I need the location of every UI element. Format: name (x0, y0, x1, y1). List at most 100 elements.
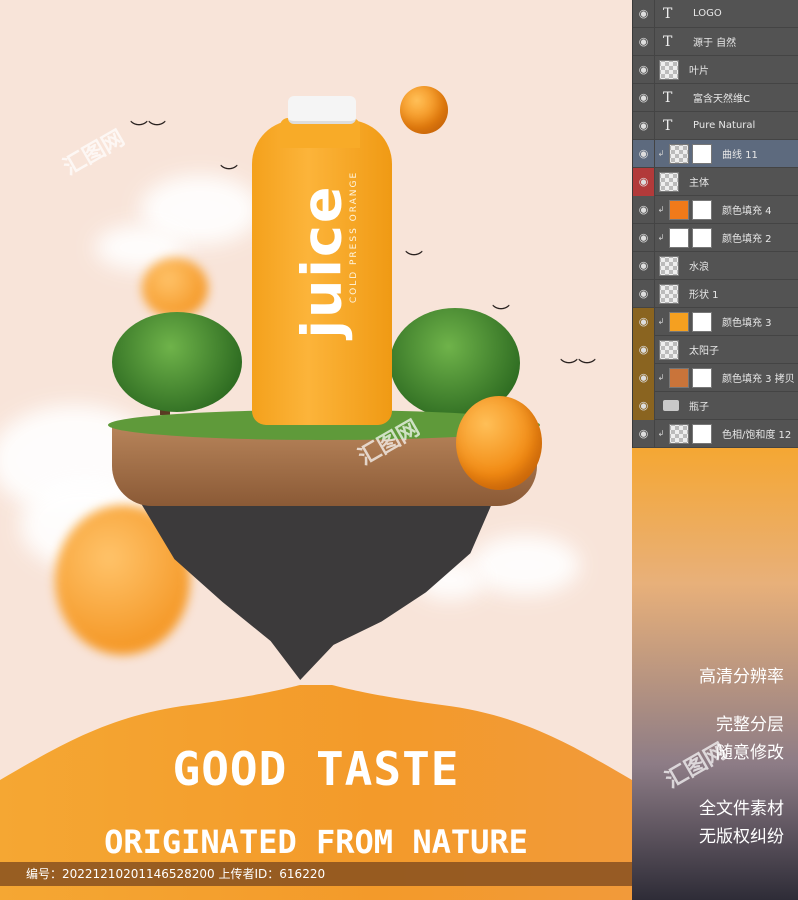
layer-thumbnail (659, 339, 679, 360)
layer-name: 叶片 (689, 66, 709, 77)
layer-name: 源于 自然 (693, 38, 737, 49)
visibility-eye-icon[interactable]: ◉ (633, 419, 655, 448)
layer-thumbnail (669, 143, 689, 164)
orange-blurred (142, 258, 208, 318)
image-meta: 编号：20221210201146528200 上传者ID：616220 (0, 862, 632, 886)
visibility-eye-icon[interactable]: ◉ (633, 251, 655, 280)
layer-row[interactable]: ◉ 形状 1 (633, 279, 798, 308)
clip-icon: ↲ (657, 149, 665, 158)
clip-icon: ↲ (657, 205, 665, 214)
layer-row[interactable]: ◉ T 富含天然维C (633, 83, 798, 112)
visibility-eye-icon[interactable]: ◉ (633, 195, 655, 224)
orange-floating (400, 86, 448, 134)
clip-icon: ↲ (657, 233, 665, 242)
layer-row[interactable]: ◉ ↲ 曲线 11 (633, 139, 798, 168)
layer-name: 颜色填充 4 (722, 206, 772, 217)
layer-name: 曲线 11 (722, 150, 758, 161)
layer-mask (692, 423, 712, 444)
visibility-eye-icon[interactable]: ◉ (633, 27, 655, 56)
layer-name: 颜色填充 2 (722, 234, 772, 245)
bird-icon: ︶ (405, 250, 423, 271)
bottle-tagline: COLD PRESS ORANGE (349, 170, 359, 304)
layer-name: 颜色填充 3 (722, 318, 772, 329)
layer-mask (692, 143, 712, 164)
type-layer-icon: T (663, 33, 673, 50)
type-layer-icon: T (663, 5, 673, 22)
visibility-eye-icon[interactable]: ◉ (633, 307, 655, 336)
type-layer-icon: T (663, 89, 673, 106)
layer-name: 瓶子 (689, 402, 709, 413)
layer-row[interactable]: ◉ 瓶子 (633, 391, 798, 420)
layer-name: LOGO (693, 8, 722, 19)
clip-icon: ↲ (657, 373, 665, 382)
feature-full-assets: 全文件素材 (699, 799, 784, 819)
layer-row[interactable]: ◉ ↲ 颜色填充 3 (633, 307, 798, 336)
visibility-eye-icon[interactable]: ◉ (633, 363, 655, 392)
bottle-brand: juice (290, 184, 354, 339)
layer-row[interactable]: ◉ T LOGO (633, 0, 798, 28)
layer-thumbnail (669, 199, 689, 220)
layer-name: 太阳子 (689, 346, 719, 357)
layer-row[interactable]: ◉ ↲ 色相/饱和度 12 (633, 419, 798, 448)
visibility-eye-icon[interactable]: ◉ (633, 0, 655, 28)
layer-thumbnail (659, 59, 679, 80)
feature-editable: 随意修改 (716, 743, 784, 763)
layer-name: 水浪 (689, 262, 709, 273)
visibility-eye-icon[interactable]: ◉ (633, 335, 655, 364)
feature-layered: 完整分层 (716, 715, 784, 735)
bird-icon: ︶︶ (560, 358, 596, 379)
layer-thumbnail (659, 283, 679, 304)
layer-mask (692, 227, 712, 248)
bottle-cap (288, 96, 356, 124)
visibility-eye-icon[interactable]: ◉ (633, 55, 655, 84)
layer-thumbnail (669, 423, 689, 444)
layer-mask (692, 311, 712, 332)
tree-left (112, 312, 242, 412)
orange-large (456, 396, 542, 490)
layer-thumbnail (669, 311, 689, 332)
layer-name: 形状 1 (689, 290, 719, 301)
layer-mask (692, 199, 712, 220)
type-layer-icon: T (663, 117, 673, 134)
clip-icon: ↲ (657, 317, 665, 326)
headline-originated: ORIGINATED FROM NATURE (104, 823, 528, 861)
layer-name: 富含天然维C (693, 94, 750, 105)
headline-good-taste: GOOD TASTE (172, 742, 460, 796)
feature-no-copyright: 无版权纠纷 (699, 827, 784, 847)
feature-hd: 高清分辨率 (699, 667, 784, 687)
bird-icon: ︶︶ (130, 120, 166, 141)
layer-thumbnail (669, 227, 689, 248)
layer-thumbnail (659, 255, 679, 276)
layer-name: 颜色填充 3 拷贝 (722, 374, 795, 385)
layer-thumbnail (659, 171, 679, 192)
layer-mask (692, 367, 712, 388)
layer-row[interactable]: ◉ ↲ 颜色填充 2 (633, 223, 798, 252)
layer-row[interactable]: ◉ ↲ 颜色填充 3 拷贝 (633, 363, 798, 392)
watermark: 汇图网 (59, 125, 130, 181)
visibility-eye-icon[interactable]: ◉ (633, 111, 655, 140)
layer-row[interactable]: ◉ T 源于 自然 (633, 27, 798, 56)
layer-row[interactable]: ◉ 主体 (633, 167, 798, 196)
visibility-eye-icon[interactable]: ◉ (633, 167, 655, 196)
layer-name: Pure Natural (693, 120, 756, 131)
layer-thumbnail (669, 367, 689, 388)
folder-icon (663, 400, 679, 411)
feature-sidebar: 高清分辨率 完整分层 随意修改 全文件素材 无版权纠纷 汇图网 (632, 448, 798, 900)
layer-row[interactable]: ◉ ↲ 颜色填充 4 (633, 195, 798, 224)
poster-canvas: ︶︶ ︶ ︶ ︶ ︶︶ juice COLD PRESS ORANGE 汇图网 … (0, 0, 632, 900)
visibility-eye-icon[interactable]: ◉ (633, 83, 655, 112)
visibility-eye-icon[interactable]: ◉ (633, 223, 655, 252)
layer-row[interactable]: ◉ 太阳子 (633, 335, 798, 364)
visibility-eye-icon[interactable]: ◉ (633, 139, 655, 168)
bird-icon: ︶ (220, 164, 238, 185)
layer-row[interactable]: ◉ 叶片 (633, 55, 798, 84)
layer-name: 色相/饱和度 12 (722, 430, 792, 441)
cloud (470, 535, 580, 595)
layer-row[interactable]: ◉ T Pure Natural (633, 111, 798, 140)
layer-name: 主体 (689, 178, 709, 189)
clip-icon: ↲ (657, 429, 665, 438)
layers-panel: ◉ T LOGO ◉ T 源于 自然 ◉ 叶片 ◉ T 富含天然维C ◉ T Pure Natural ◉ ↲… (632, 0, 798, 448)
visibility-eye-icon[interactable]: ◉ (633, 391, 655, 420)
layer-row[interactable]: ◉ 水浪 (633, 251, 798, 280)
visibility-eye-icon[interactable]: ◉ (633, 279, 655, 308)
